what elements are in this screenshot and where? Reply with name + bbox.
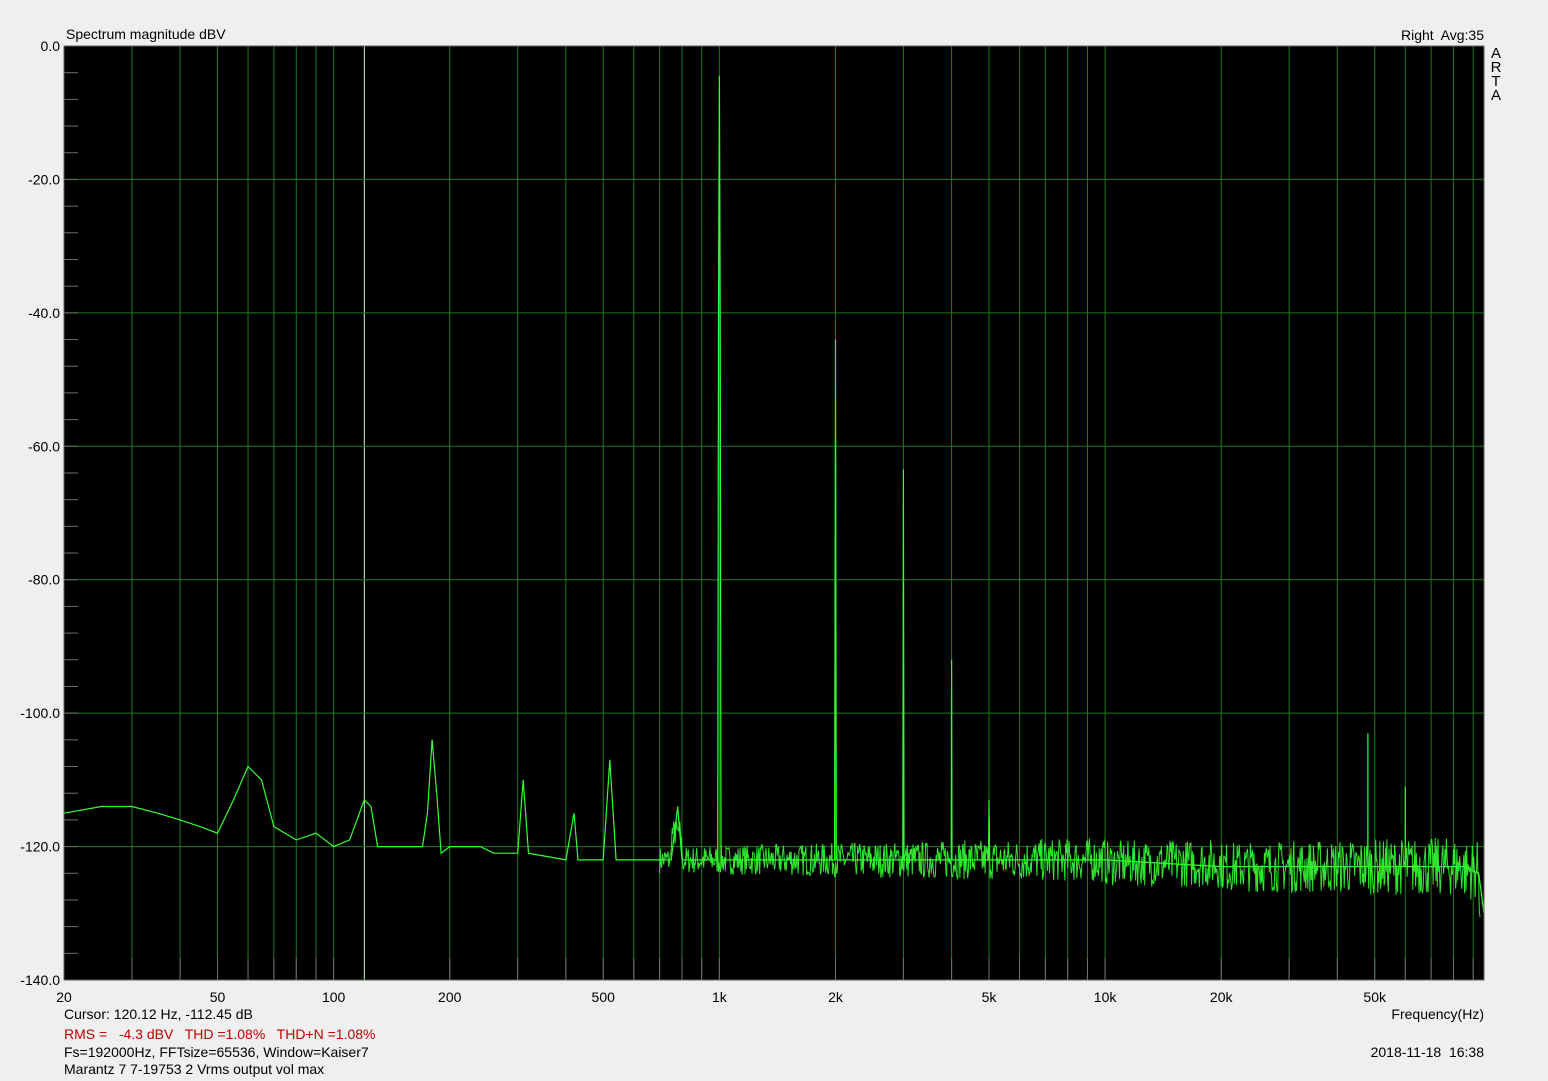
- rms-thd-readout: RMS = -4.3 dBV THD =1.08% THD+N =1.08%: [64, 1026, 376, 1042]
- x-tick-label: 10k: [1094, 989, 1118, 1005]
- measurement-description: Marantz 7 7-19753 2 Vrms output vol max: [64, 1061, 325, 1077]
- y-tick-label: -100.0: [20, 705, 60, 721]
- x-tick-label: 50k: [1363, 989, 1387, 1005]
- spectrum-chart: 0.0 -20.0 -40.0 -60.0 -80.0 -100.0 -120.0 -140.…: [20, 38, 1485, 1005]
- x-tick-label: 100: [322, 989, 346, 1005]
- x-tick-label: 500: [592, 989, 616, 1005]
- channel-averaging-label: Right Avg:35: [1400, 27, 1484, 43]
- chart-title: Spectrum magnitude dBV: [66, 26, 226, 42]
- x-tick-label: 1k: [712, 989, 728, 1005]
- x-tick-label: 20k: [1210, 989, 1234, 1005]
- x-axis-labels: 20 50 100 200 500 1k 2k 5k 10k 20k 50k: [56, 989, 1387, 1005]
- arta-logo: ARTA: [1490, 45, 1502, 104]
- x-tick-label: 2k: [828, 989, 844, 1005]
- x-tick-label: 50: [210, 989, 226, 1005]
- plot-area[interactable]: [64, 46, 1484, 980]
- y-tick-label: -60.0: [28, 438, 60, 454]
- cursor-readout: Cursor: 120.12 Hz, -112.45 dB: [64, 1006, 253, 1022]
- y-tick-label: -40.0: [28, 305, 60, 321]
- x-axis-title: Frequency(Hz): [1391, 1006, 1484, 1022]
- y-tick-label: -120.0: [20, 839, 60, 855]
- x-tick-label: 5k: [982, 989, 998, 1005]
- y-tick-label: -140.0: [20, 972, 60, 988]
- y-axis-labels: 0.0 -20.0 -40.0 -60.0 -80.0 -100.0 -120.0 -140.…: [20, 38, 60, 988]
- x-tick-label: 20: [56, 989, 72, 1005]
- x-tick-label: 200: [438, 989, 462, 1005]
- fft-settings: Fs=192000Hz, FFTsize=65536, Window=Kaise…: [64, 1044, 369, 1060]
- y-tick-label: -80.0: [28, 572, 60, 588]
- timestamp: 2018-11-18 16:38: [1370, 1044, 1484, 1060]
- y-tick-label: -20.0: [28, 171, 60, 187]
- y-tick-label: 0.0: [41, 38, 61, 54]
